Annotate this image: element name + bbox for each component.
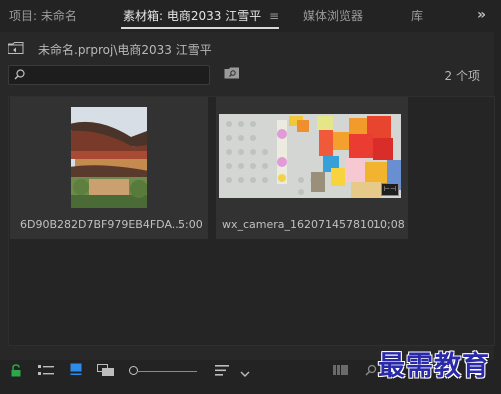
item-duration: 10;08 [373, 218, 405, 231]
lego-thumbnail[interactable]: ⊢⊣ [219, 114, 401, 198]
zoom-slider-track[interactable] [137, 371, 197, 372]
icon-view-icon[interactable] [70, 363, 82, 379]
bin-panel: 未命名.prproj\电商2033 江雪平 2 个项 6D90B282D7BF9… [0, 32, 495, 362]
freeform-view-icon[interactable] [97, 364, 116, 380]
tab-media-browser[interactable]: 媒体浏览器 [303, 9, 363, 23]
search-icon [14, 69, 25, 83]
find-icon[interactable] [365, 364, 377, 379]
panel-menu-icon[interactable]: ≡ [269, 9, 279, 23]
watermark-logo: 最需教育 [378, 351, 490, 382]
search-input[interactable] [8, 65, 210, 85]
item-name: wx_camera_162071457810... [222, 218, 385, 231]
pagoda-thumbnail[interactable] [71, 107, 147, 208]
sort-icons-icon[interactable] [215, 365, 229, 379]
tab-libraries[interactable]: 库 [411, 9, 423, 23]
media-item-card[interactable]: 6D90B282D7BF979EB4FDA... 5:00 [10, 97, 208, 239]
chevron-down-icon[interactable] [240, 367, 250, 381]
tab-bin[interactable]: 素材箱: 电商2033 江雪平 [123, 9, 261, 23]
lock-icon[interactable] [10, 364, 22, 380]
video-clip-icon: ⊢⊣ [381, 183, 399, 196]
item-duration: 5:00 [178, 218, 203, 231]
new-search-bin-icon[interactable] [224, 67, 240, 82]
automate-to-sequence-icon[interactable] [333, 364, 349, 379]
item-name: 6D90B282D7BF979EB4FDA... [20, 218, 183, 231]
navigate-up-folder-icon[interactable] [7, 42, 24, 57]
media-item-card[interactable]: ⊢⊣ wx_camera_162071457810... 10;08 [216, 97, 408, 239]
item-count: 2 个项 [444, 69, 480, 83]
active-tab-indicator [121, 27, 279, 29]
bin-path-row: 未命名.prproj\电商2033 江雪平 [0, 32, 494, 62]
list-view-icon[interactable] [38, 365, 54, 379]
panel-tab-bar: 项目: 未命名 素材箱: 电商2033 江雪平 ≡ 媒体浏览器 库 » [0, 0, 501, 30]
tab-overflow-icon[interactable]: » [477, 7, 486, 23]
tab-project[interactable]: 项目: 未命名 [9, 9, 77, 23]
bin-icon-grid: 6D90B282D7BF979EB4FDA... 5:00 ⊢⊣ wx_came… [8, 96, 495, 346]
bin-path: 未命名.prproj\电商2033 江雪平 [38, 43, 212, 57]
